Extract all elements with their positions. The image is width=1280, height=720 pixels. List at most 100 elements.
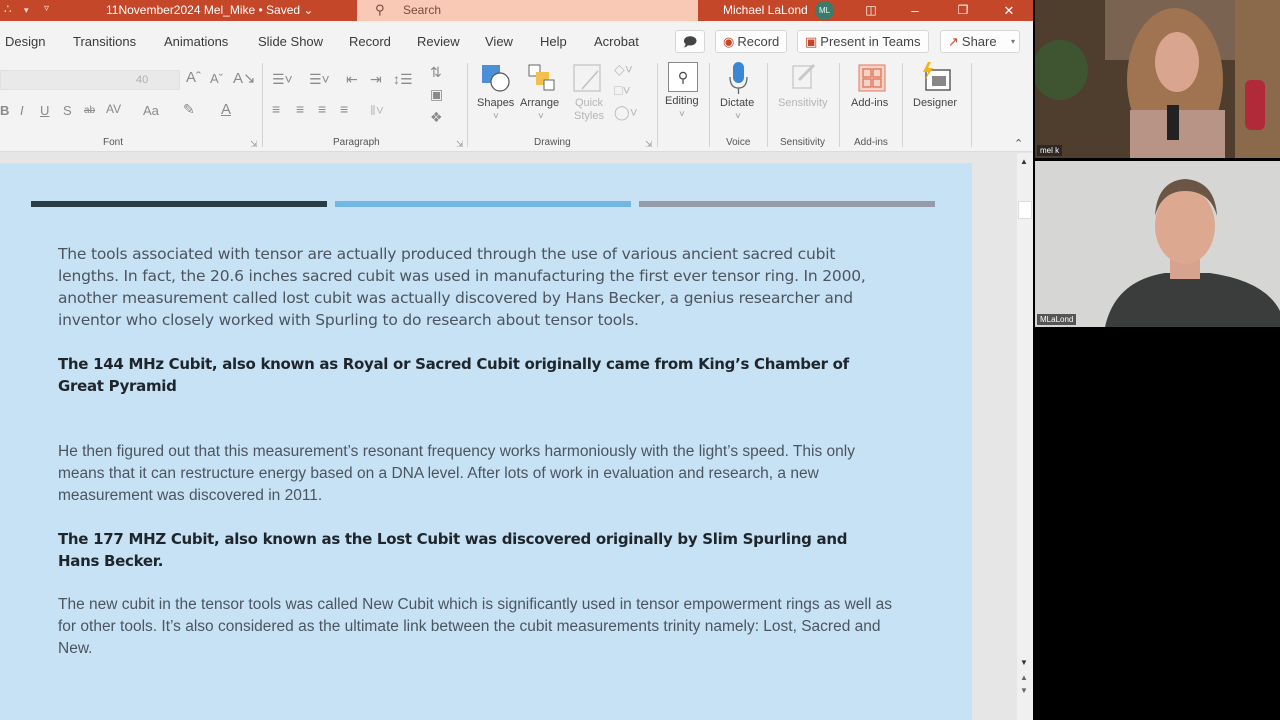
align-right-icon[interactable]: ≡ (318, 101, 326, 117)
undo-dropdown-icon[interactable]: ▾ (24, 5, 29, 16)
font-dialog-launcher-icon[interactable]: ⇲ (250, 139, 258, 150)
search-box[interactable]: ⚲ Search (357, 0, 698, 21)
text-direction-icon[interactable]: ⇅ (430, 64, 442, 81)
shape-outline-icon[interactable]: □˅ (614, 82, 631, 98)
bold-icon[interactable]: B (0, 103, 9, 118)
scroll-up-icon[interactable]: ▲ (1020, 157, 1028, 166)
highlight-icon[interactable]: ✎ (183, 101, 195, 118)
microphone-icon (729, 62, 748, 94)
minimize-icon[interactable]: – (904, 1, 926, 20)
tab-animations[interactable]: Animations (164, 34, 228, 49)
user-avatar[interactable]: ML (815, 1, 834, 20)
user-name[interactable]: Michael LaLond (723, 3, 808, 17)
add-ins-label: Add-ins (851, 97, 889, 109)
smartart-icon[interactable]: ❖ (430, 109, 443, 126)
font-group-label: Font (103, 137, 124, 148)
participant-tile-1[interactable]: mel k (1035, 0, 1280, 158)
comments-button[interactable]: 🗩 (675, 30, 705, 53)
slide-heading-2[interactable]: The 177 MHZ Cubit, also known as the Los… (58, 528, 888, 572)
share-button[interactable]: ↗ Share ▾ (940, 30, 1020, 53)
restore-icon[interactable]: ❐ (952, 1, 974, 20)
bullets-icon[interactable]: ☰˅ (272, 71, 293, 88)
slide-paragraph-3[interactable]: The new cubit in the tensor tools was ca… (58, 594, 898, 660)
participant-tile-2[interactable]: MLaLond (1035, 161, 1280, 327)
ribbon-tabs: Design Transitions Animations Slide Show… (0, 21, 1033, 59)
share-icon: ↗ (948, 34, 959, 49)
shape-effects-icon[interactable]: ◯˅ (614, 104, 638, 121)
search-placeholder: Search (403, 3, 442, 17)
customize-toolbar-icon[interactable]: ▿ (44, 3, 49, 14)
underline-icon[interactable]: U (40, 103, 49, 118)
ribbon-display-icon[interactable]: ◫ (860, 1, 882, 20)
sensitivity-label: Sensitivity (778, 97, 828, 109)
teams-icon: ▣ (805, 34, 818, 49)
accent-bar-dark (31, 201, 327, 207)
quick-styles-icon (573, 64, 601, 92)
scroll-down-icon[interactable]: ▼ (1020, 658, 1028, 667)
line-spacing-icon[interactable]: ↕☰ (393, 71, 413, 88)
scroll-thumb[interactable] (1018, 201, 1032, 219)
designer-label: Designer (913, 97, 958, 109)
slide-paragraph-2[interactable]: He then figured out that this measuremen… (58, 441, 898, 507)
font-size-combo[interactable]: 40 (136, 74, 148, 86)
vertical-scrollbar[interactable]: ▲ ▼ ▲ ▼ (1017, 153, 1033, 720)
share-label: Share (961, 34, 997, 49)
previous-slide-icon[interactable]: ▲ (1020, 673, 1028, 682)
strikethrough-icon[interactable]: S (63, 103, 72, 118)
tab-view[interactable]: View (485, 34, 513, 49)
next-slide-icon[interactable]: ▼ (1020, 686, 1028, 695)
paragraph-dialog-launcher-icon[interactable]: ⇲ (456, 139, 464, 150)
separator (657, 63, 658, 147)
numbering-icon[interactable]: ☰˅ (309, 71, 330, 88)
participant-video-1 (1035, 0, 1280, 158)
tab-acrobat[interactable]: Acrobat (594, 34, 639, 49)
shape-fill-icon[interactable]: ◇˅ (614, 61, 633, 78)
shapes-dropdown-icon: ˅ (493, 111, 499, 122)
clear-formatting-icon[interactable]: A↘ (233, 69, 256, 87)
tab-slide-show[interactable]: Slide Show (258, 34, 323, 49)
tab-record[interactable]: Record (349, 34, 391, 49)
change-case-icon[interactable]: Aa (143, 103, 159, 118)
tab-help[interactable]: Help (540, 34, 567, 49)
increase-indent-icon[interactable]: ⇥ (370, 71, 382, 88)
close-icon[interactable]: ✕ (998, 1, 1020, 20)
decrease-font-icon[interactable]: Aˇ (210, 71, 223, 86)
video-call-panel: mel k MLaLond (1033, 0, 1280, 720)
columns-icon[interactable]: ‖˅ (370, 102, 384, 118)
tab-transitions[interactable]: Transitions (73, 34, 136, 49)
present-in-teams-button[interactable]: ▣ Present in Teams (797, 30, 929, 53)
slide-heading-1[interactable]: The 144 MHz Cubit, also known as Royal o… (58, 353, 888, 397)
document-title[interactable]: 11November2024 Mel_Mike • Saved ⌄ (106, 3, 313, 17)
slide-editor: The tools associated with tensor are act… (0, 153, 1017, 720)
drawing-dialog-launcher-icon[interactable]: ⇲ (645, 139, 653, 150)
slide-canvas[interactable]: The tools associated with tensor are act… (0, 163, 972, 720)
slide-paragraph-1[interactable]: The tools associated with tensor are act… (58, 243, 898, 331)
powerpoint-loop-icon[interactable]: ∴ (4, 2, 12, 16)
record-button[interactable]: ◉ Record (715, 30, 788, 53)
editing-dropdown-icon: ˅ (679, 109, 685, 120)
tab-design[interactable]: Design (5, 34, 45, 49)
text-shadow-icon[interactable]: ab (84, 105, 95, 116)
increase-font-icon[interactable]: Aˆ (186, 69, 201, 86)
participant-name-1: mel k (1037, 145, 1063, 156)
justify-icon[interactable]: ≡ (340, 101, 348, 117)
character-spacing-icon[interactable]: AV (106, 102, 121, 116)
designer-icon (923, 62, 951, 91)
tab-review[interactable]: Review (417, 34, 460, 49)
align-text-icon[interactable]: ▣ (430, 86, 443, 103)
accent-bar-blue (335, 201, 631, 207)
decrease-indent-icon[interactable]: ⇤ (346, 71, 358, 88)
voice-group-label: Voice (726, 137, 751, 148)
font-color-icon[interactable]: A (221, 101, 231, 118)
arrange-label: Arrange (520, 97, 560, 109)
italic-icon[interactable]: I (20, 103, 24, 118)
sensitivity-icon (792, 63, 816, 89)
shapes-icon (482, 65, 510, 92)
collapse-ribbon-icon[interactable]: ⌃ (1014, 137, 1023, 150)
align-left-icon[interactable]: ≡ (272, 101, 280, 117)
font-name-combo[interactable] (0, 70, 180, 90)
share-dropdown-icon[interactable]: ▾ (1011, 31, 1015, 52)
align-center-icon[interactable]: ≡ (296, 101, 304, 117)
arrange-icon (528, 64, 555, 91)
separator (839, 63, 840, 147)
